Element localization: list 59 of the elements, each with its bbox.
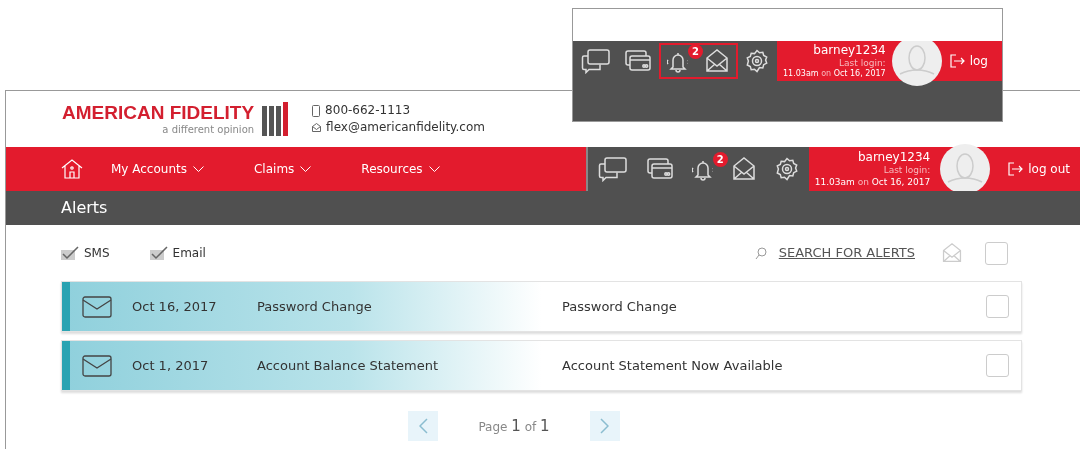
chevron-left-icon xyxy=(418,418,428,434)
alert-type: Password Change xyxy=(257,297,373,316)
logout-icon xyxy=(1008,162,1025,176)
email-address: flex@americanfidelity.com xyxy=(326,119,485,136)
alert-date: Oct 16, 2017 xyxy=(132,297,218,316)
avatar-icon xyxy=(940,144,991,194)
logout-link[interactable]: log xyxy=(949,52,988,70)
phone-number: 800-662-1113 xyxy=(325,102,411,119)
last-login-label: Last login: xyxy=(839,57,886,69)
chevron-down-icon xyxy=(300,166,312,172)
checkbox[interactable] xyxy=(985,241,1008,265)
nav-menu-item[interactable]: My Accounts xyxy=(111,160,204,178)
username: barney1234 xyxy=(857,150,931,166)
logo-bars-icon xyxy=(262,102,291,136)
notification-badge: 2 xyxy=(712,152,728,167)
alert-date: Oct 1, 2017 xyxy=(132,356,210,375)
home-icon[interactable] xyxy=(61,159,83,179)
tagline: a different opinion xyxy=(162,125,255,135)
alert-row[interactable]: Oct 1, 2017 Account Balance Statement Account Statement Now Available xyxy=(61,340,1022,391)
chat-icon[interactable] xyxy=(597,156,628,182)
last-login-time: 11.03am on Oct 16, 2017 xyxy=(783,69,886,80)
nav-menu-item[interactable]: Claims xyxy=(254,160,312,178)
alert-row[interactable]: Oct 16, 2017 Password Change Password Change xyxy=(61,281,1022,332)
logo-text: AMERICAN FIDELITY xyxy=(62,103,255,122)
logout-icon xyxy=(949,54,966,68)
envelope-icon xyxy=(312,123,322,132)
credit-card-icon[interactable] xyxy=(645,157,674,181)
alert-subject: Password Change xyxy=(562,297,678,316)
last-login-time: 11.03am on Oct 16, 2017 xyxy=(814,176,931,188)
chevron-down-icon xyxy=(428,166,440,172)
page-title: Alerts xyxy=(61,197,108,219)
chevron-down-icon xyxy=(193,166,204,172)
envelope-icon xyxy=(82,354,112,377)
filter-checkbox[interactable]: Email xyxy=(149,244,206,262)
checkbox[interactable] xyxy=(986,295,1009,318)
checkmark-icon xyxy=(61,246,79,260)
notification-badge: 2 xyxy=(688,44,703,59)
checkbox[interactable] xyxy=(986,354,1009,377)
phone-icon xyxy=(312,104,321,117)
envelope-icon[interactable] xyxy=(730,156,757,182)
page-indicator: Page 1 of 1 xyxy=(478,415,550,437)
credit-card-icon[interactable] xyxy=(624,49,652,73)
chevron-right-icon xyxy=(600,418,610,434)
checkmark-icon xyxy=(149,246,168,260)
avatar-icon xyxy=(891,41,942,86)
search-alerts-link[interactable]: SEARCH FOR ALERTS xyxy=(778,243,915,263)
chat-icon[interactable] xyxy=(581,48,611,74)
filter-checkbox[interactable]: SMS xyxy=(61,244,110,262)
alert-type: Account Balance Statement xyxy=(257,356,439,375)
envelope-icon[interactable] xyxy=(704,48,730,74)
settings-icon[interactable] xyxy=(745,49,769,73)
username: barney1234 xyxy=(813,42,886,58)
settings-icon[interactable] xyxy=(774,157,799,181)
search-icon xyxy=(754,246,767,260)
logout-link[interactable]: log out xyxy=(1008,160,1070,178)
alert-subject: Account Statement Now Available xyxy=(562,356,784,375)
nav-menu-item[interactable]: Resources xyxy=(361,160,440,178)
envelope-icon xyxy=(82,295,112,318)
last-login-label: Last login: xyxy=(883,165,931,177)
